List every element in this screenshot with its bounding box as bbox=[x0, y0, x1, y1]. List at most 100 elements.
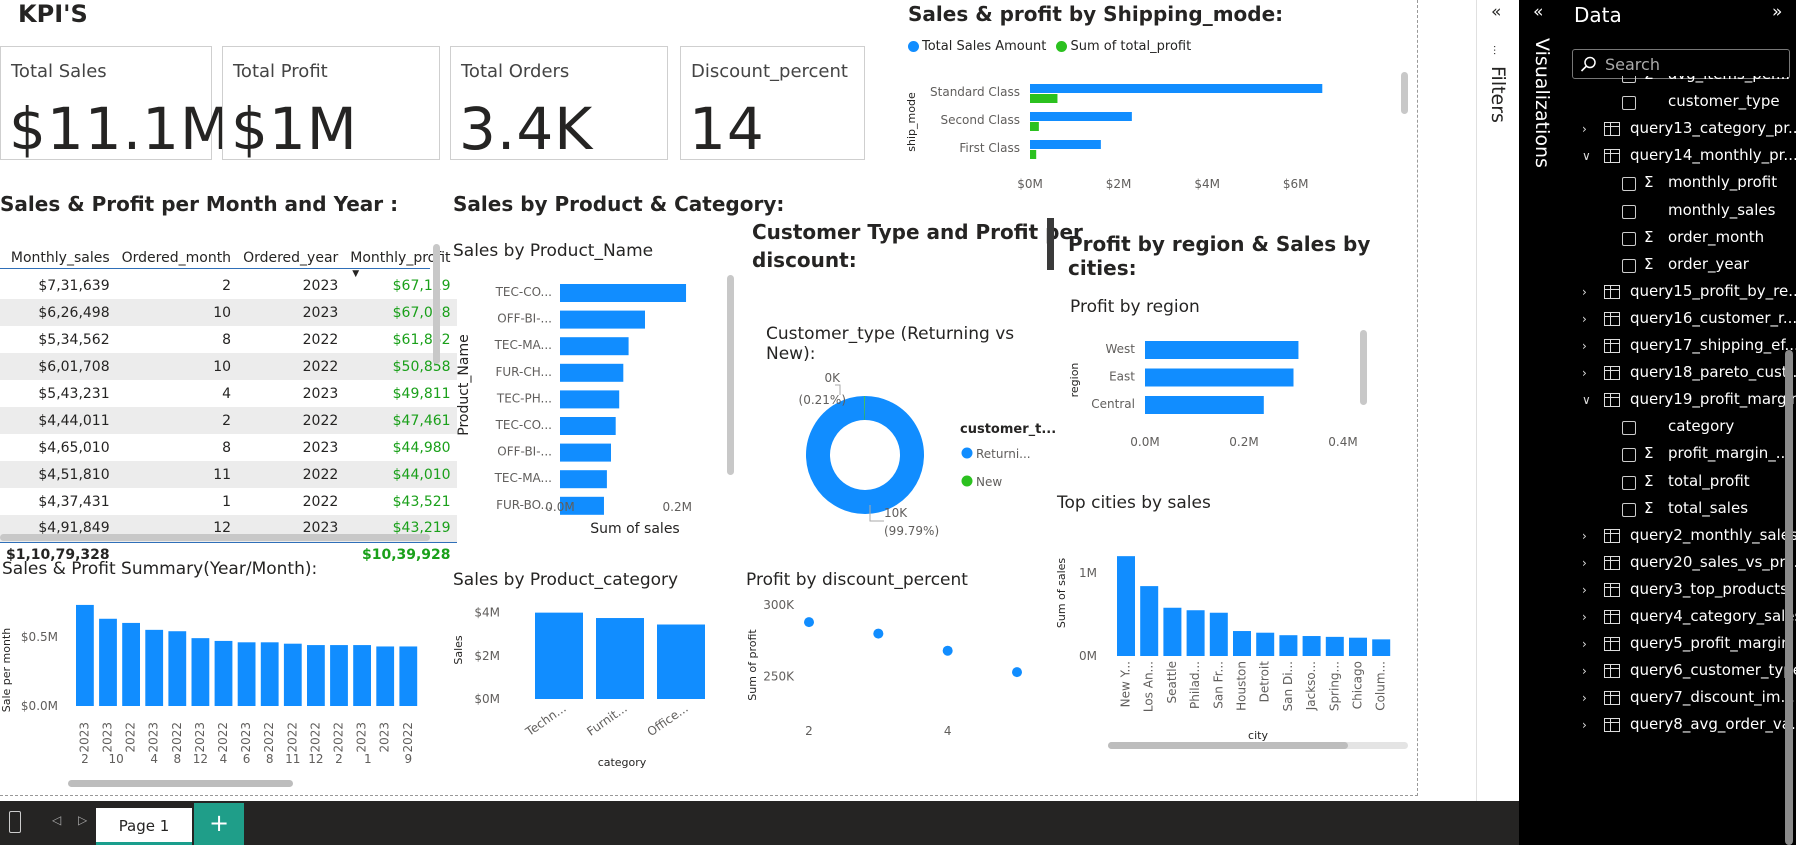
table-icon bbox=[1604, 528, 1620, 543]
table-icon bbox=[1604, 637, 1620, 652]
product-bar bbox=[560, 284, 687, 302]
kpi-value: $11.1M bbox=[9, 95, 232, 163]
chevron-right-icon[interactable]: › bbox=[1582, 637, 1587, 651]
chevron-down-icon[interactable]: ∨ bbox=[1582, 393, 1591, 407]
table-row[interactable]: $4,37,431 1 2022 $43,521 bbox=[0, 488, 457, 515]
field-checkbox[interactable] bbox=[1622, 475, 1636, 490]
table-row[interactable]: $7,31,639 2 2023 $67,119 bbox=[0, 272, 457, 299]
table-row[interactable]: $4,65,010 8 2023 $44,980 bbox=[0, 434, 457, 461]
summary-scrollbar[interactable] bbox=[68, 780, 293, 787]
kpi-card-total-sales[interactable]: Total Sales $11.1M bbox=[0, 46, 230, 163]
chevron-right-icon[interactable]: › bbox=[1582, 556, 1587, 570]
field-checkbox[interactable] bbox=[1622, 96, 1636, 111]
cities-scrollbar[interactable] bbox=[1108, 742, 1348, 749]
city-bar bbox=[1186, 610, 1205, 656]
chevron-right-icon[interactable]: › bbox=[1582, 122, 1587, 136]
kpi-label: Discount_percent bbox=[691, 61, 848, 82]
month-tick-label: 10 bbox=[108, 752, 123, 766]
region-scrollbar[interactable] bbox=[1360, 330, 1367, 405]
product-category-chart[interactable]: Techn... Furnit... Office... $0M $2M $4M categ… bbox=[450, 595, 720, 775]
profit-discount-scatter[interactable]: 250K 300K 2 4 Sum of profit bbox=[744, 595, 1024, 745]
data-pane-scrollbar[interactable] bbox=[1785, 350, 1793, 845]
chevron-right-icon[interactable]: › bbox=[1582, 718, 1587, 732]
data-table-item[interactable]: › query8_avg_order_va... bbox=[1564, 711, 1796, 742]
chevron-down-icon[interactable]: ∨ bbox=[1582, 149, 1591, 163]
collapse-filters-icon[interactable]: « bbox=[1491, 2, 1501, 22]
table-row[interactable]: $6,01,708 10 2022 $50,858 bbox=[0, 353, 457, 380]
year-tick-label: 2022 bbox=[308, 722, 322, 753]
kpi-value: 3.4K bbox=[459, 95, 594, 163]
region-bar bbox=[1145, 396, 1264, 414]
sigma-icon: Σ bbox=[1644, 254, 1654, 273]
filters-pane[interactable]: « ⫶ Filters bbox=[1476, 0, 1519, 801]
table-row[interactable]: $4,51,810 11 2022 $44,010 bbox=[0, 461, 457, 488]
table-row[interactable]: $5,43,231 4 2023 $49,811 bbox=[0, 380, 457, 407]
table-cell: $4,51,810 bbox=[0, 461, 116, 488]
top-cities-chart[interactable]: New Y... Los An... Seattle Philad... San Fr.… bbox=[1052, 535, 1418, 745]
x-tick-label: 0.2M bbox=[663, 500, 692, 514]
summary-chart[interactable]: 2023 2023 2022 2023 2022 2023 2022 2023 2022 2022… bbox=[0, 590, 440, 790]
city-label: Colum... bbox=[1374, 661, 1388, 711]
table-row[interactable]: $5,34,562 8 2022 $61,852 bbox=[0, 326, 457, 353]
chevron-right-icon[interactable]: › bbox=[1582, 312, 1587, 326]
chevron-right-icon[interactable]: › bbox=[1582, 664, 1587, 678]
field-checkbox[interactable] bbox=[1622, 258, 1636, 273]
product-name-scrollbar[interactable] bbox=[727, 275, 734, 475]
chevron-right-icon[interactable]: › bbox=[1582, 529, 1587, 543]
data-table-label: query15_profit_by_re... bbox=[1630, 281, 1796, 300]
kpi-card-total-profit[interactable]: Total Profit $1M bbox=[222, 46, 440, 163]
bar-profit bbox=[1030, 94, 1058, 103]
table-icon bbox=[1604, 393, 1620, 408]
x-tick-label: $4M bbox=[1194, 177, 1220, 191]
summary-bar bbox=[76, 604, 94, 706]
field-checkbox[interactable] bbox=[1622, 76, 1636, 83]
chevron-right-icon[interactable]: › bbox=[1582, 583, 1587, 597]
field-checkbox[interactable] bbox=[1622, 177, 1636, 192]
data-table-label: query19_profit_margin bbox=[1630, 390, 1796, 409]
table-row[interactable]: $6,26,498 10 2023 $67,028 bbox=[0, 299, 457, 326]
table-vertical-scrollbar[interactable] bbox=[433, 244, 440, 364]
table-row[interactable]: $4,44,011 2 2022 $47,461 bbox=[0, 407, 457, 434]
profit-region-chart[interactable]: West East Central 0.0M 0.2M 0.4M region bbox=[1065, 325, 1365, 455]
chevron-right-icon[interactable]: › bbox=[1582, 339, 1587, 353]
table-cell: 1 bbox=[222, 493, 232, 510]
add-page-button[interactable]: + bbox=[194, 803, 244, 845]
summary-bar bbox=[191, 638, 210, 706]
visualizations-pane-label[interactable]: Visualizations bbox=[1531, 38, 1553, 168]
summary-bar bbox=[145, 629, 164, 706]
field-checkbox[interactable] bbox=[1622, 448, 1636, 463]
expand-data-pane-icon[interactable]: » bbox=[1772, 2, 1782, 22]
city-bar bbox=[1256, 632, 1275, 656]
chevron-right-icon[interactable]: › bbox=[1582, 610, 1587, 624]
field-checkbox[interactable] bbox=[1622, 231, 1636, 246]
product-bar bbox=[560, 363, 624, 382]
next-page-icon[interactable]: ▷ bbox=[78, 813, 87, 827]
previous-page-icon[interactable]: ◁ bbox=[52, 813, 61, 827]
chevron-right-icon[interactable]: › bbox=[1582, 691, 1587, 705]
field-checkbox[interactable] bbox=[1622, 421, 1636, 436]
month-tick-label: 9 bbox=[404, 752, 412, 766]
summary-bar bbox=[168, 631, 187, 706]
visualizations-pane[interactable]: « Visualizations bbox=[1519, 0, 1564, 845]
y-axis-title: region bbox=[1068, 363, 1081, 398]
mobile-layout-icon[interactable] bbox=[9, 811, 21, 833]
filters-pane-label[interactable]: Filters bbox=[1487, 66, 1509, 123]
field-checkbox[interactable] bbox=[1622, 502, 1636, 517]
customer-type-donut-chart[interactable]: 0K (0.21%) 10K (99.79%) customer_t... Returni… bbox=[760, 365, 1060, 550]
data-table-label: query14_monthly_pr... bbox=[1630, 146, 1796, 165]
kpi-card-discount-percent[interactable]: Discount_percent 14 bbox=[680, 46, 865, 163]
collapse-visualizations-icon[interactable]: « bbox=[1533, 2, 1543, 22]
search-input[interactable]: Search bbox=[1572, 49, 1790, 79]
kpi-card-total-orders[interactable]: Total Orders 3.4K bbox=[450, 46, 668, 163]
table-horizontal-scrollbar[interactable] bbox=[0, 534, 430, 541]
year-tick-label: 2022 bbox=[124, 722, 138, 753]
chevron-right-icon[interactable]: › bbox=[1582, 366, 1587, 380]
field-checkbox[interactable] bbox=[1622, 204, 1636, 219]
shipping-mode-chart[interactable]: Standard Class Second Class First Class $0M… bbox=[900, 62, 1420, 200]
month-tick-label: 6 bbox=[243, 752, 251, 766]
product-name-chart[interactable]: TEC-CO... OFF-BI-... TEC-MA... FUR-CH... TEC… bbox=[450, 270, 740, 545]
chevron-right-icon[interactable]: › bbox=[1582, 285, 1587, 299]
x-axis-title: Sum of sales bbox=[590, 521, 679, 537]
page-tab-1[interactable]: Page 1 bbox=[96, 808, 192, 845]
shipping-scrollbar[interactable] bbox=[1401, 72, 1408, 114]
